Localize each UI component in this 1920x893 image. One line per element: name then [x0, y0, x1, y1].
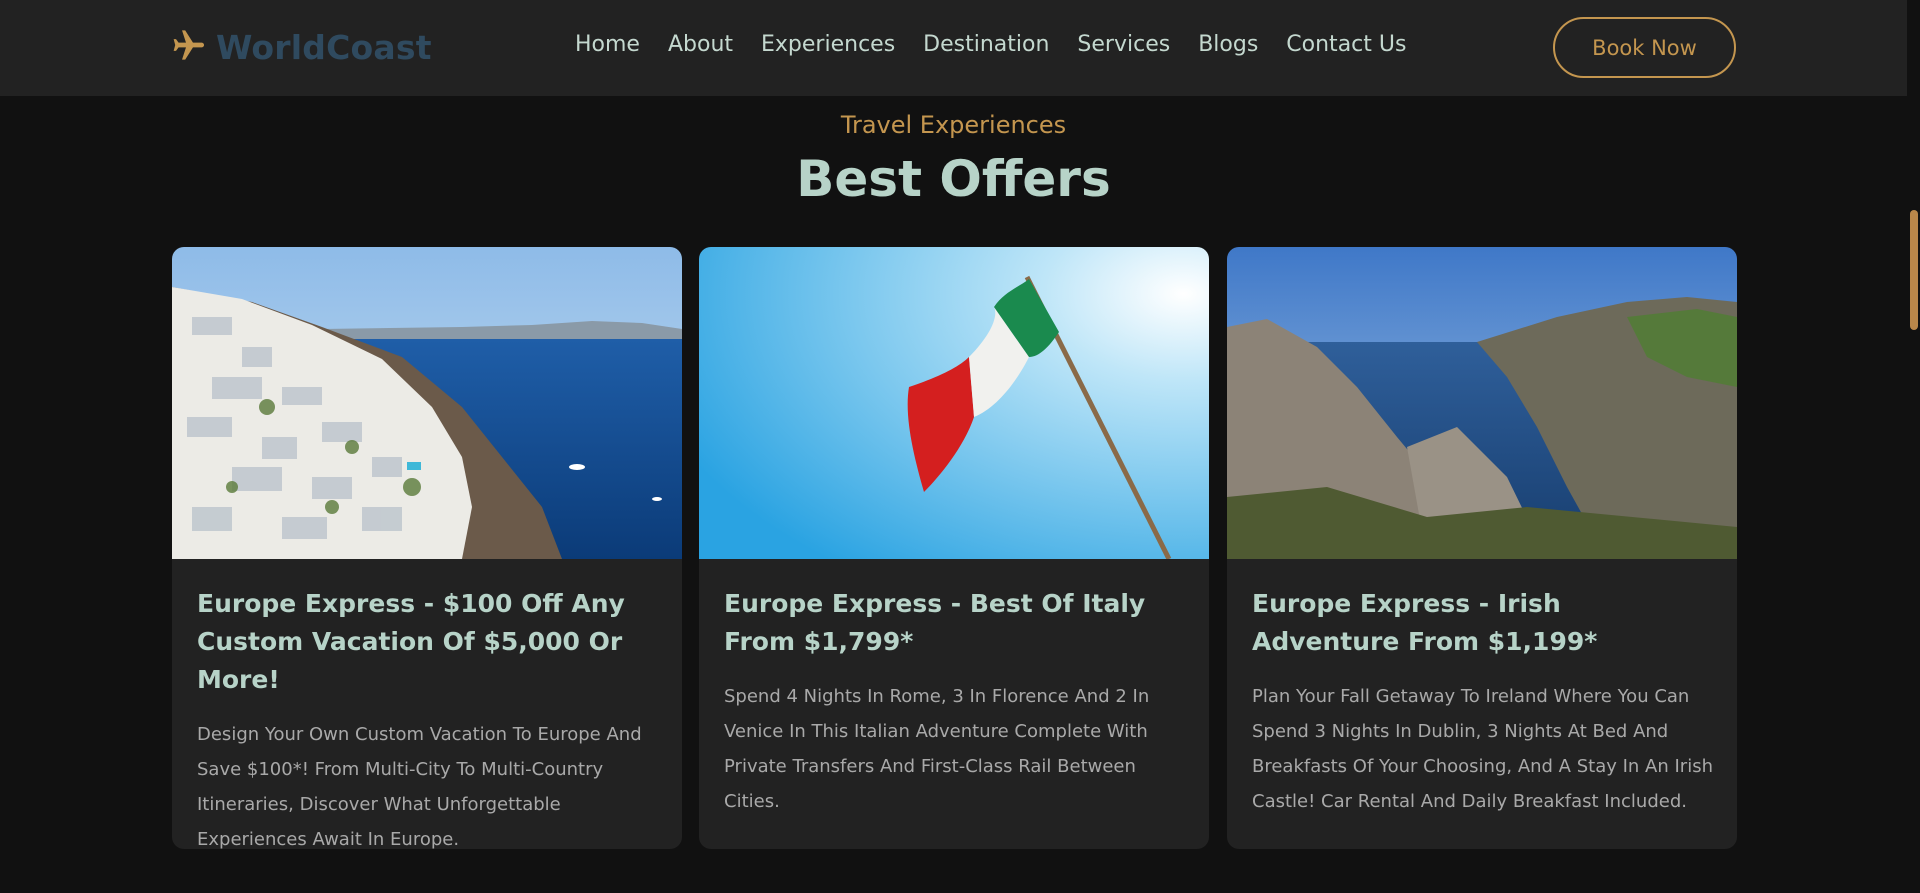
card-title[interactable]: Europe Express - $100 Off Any Custom Vac…: [197, 585, 658, 699]
italian-flag-photo: [699, 247, 1209, 559]
card-title[interactable]: Europe Express - Irish Adventure From $1…: [1252, 585, 1713, 661]
offer-card[interactable]: Europe Express - Best Of Italy From $1,7…: [699, 247, 1209, 849]
card-description: Design Your Own Custom Vacation To Europ…: [197, 724, 642, 849]
section-eyebrow: Travel Experiences: [840, 111, 1067, 139]
brand-logo[interactable]: WorldCoast: [170, 26, 432, 68]
nav-link-blogs[interactable]: Blogs: [1198, 32, 1258, 57]
offer-card[interactable]: Europe Express - $100 Off Any Custom Vac…: [172, 247, 682, 849]
nav-link-contact-us[interactable]: Contact Us: [1286, 32, 1406, 57]
nav-link-home[interactable]: Home: [575, 32, 640, 57]
section-title: Best Offers: [796, 150, 1111, 208]
card-title[interactable]: Europe Express - Best Of Italy From $1,7…: [724, 585, 1185, 661]
nav-link-experiences[interactable]: Experiences: [761, 32, 895, 57]
santorini-coast-photo: [172, 247, 682, 559]
card-description: Spend 4 Nights In Rome, 3 In Florence An…: [724, 686, 1150, 812]
site-header: WorldCoast Home About Experiences Destin…: [0, 0, 1907, 96]
scrollbar-thumb[interactable]: [1910, 210, 1918, 330]
brand-name: WorldCoast: [216, 27, 432, 67]
card-description: Plan Your Fall Getaway To Ireland Where …: [1252, 686, 1713, 812]
nav-link-services[interactable]: Services: [1077, 32, 1170, 57]
airplane-icon: [170, 26, 208, 68]
page-scrollbar[interactable]: [1907, 0, 1920, 893]
book-now-button[interactable]: Book Now: [1553, 17, 1736, 78]
nav-link-destination[interactable]: Destination: [923, 32, 1049, 57]
irish-cliffs-photo: [1227, 247, 1737, 559]
main-nav: Home About Experiences Destination Servi…: [575, 32, 1434, 57]
offer-card[interactable]: Europe Express - Irish Adventure From $1…: [1227, 247, 1737, 849]
nav-link-about[interactable]: About: [668, 32, 733, 57]
